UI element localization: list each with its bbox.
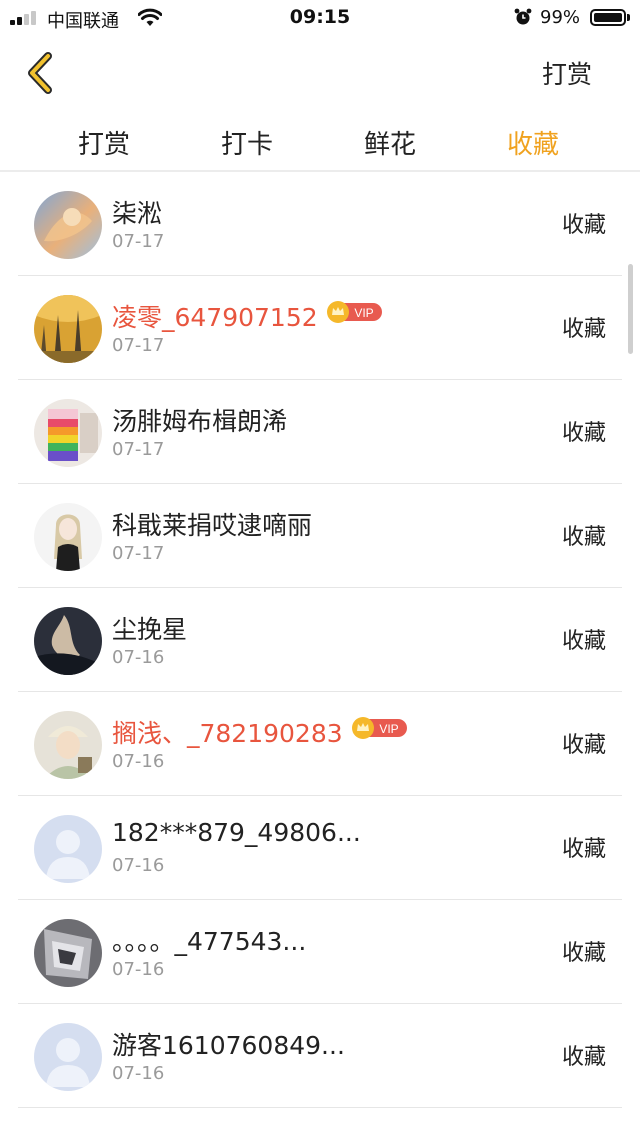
tab-reward[interactable]: 打赏: [49, 124, 159, 161]
list-scrollbar[interactable]: [628, 264, 633, 354]
user-name: 凌零_647907152 VIP: [112, 298, 382, 334]
avatar: [34, 607, 102, 675]
item-action-label: 收藏: [561, 421, 606, 446]
list-item[interactable]: 凌零_647907152 VIP 07-17 收藏: [18, 276, 622, 380]
item-action-label: 收藏: [561, 629, 606, 654]
user-name: 搁浅、_782190283 VIP: [112, 714, 407, 750]
back-button[interactable]: [20, 48, 64, 96]
default-avatar-icon: [34, 1023, 102, 1091]
item-action-label: 收藏: [561, 525, 606, 550]
avatar: [34, 711, 102, 779]
favorites-list[interactable]: 柒淞 07-17 收藏 凌零_647907152 VIP 07-17 收藏 汤腓…: [0, 172, 640, 1139]
item-date: 07-17: [112, 335, 165, 356]
battery-icon: [590, 9, 626, 26]
vip-badge: VIP: [326, 301, 382, 323]
vip-badge-label: VIP: [354, 306, 373, 320]
chevron-left-icon: [28, 52, 52, 94]
default-avatar-icon: [34, 815, 102, 883]
list-item[interactable]: 尘挽星 07-16 收藏: [18, 588, 622, 692]
list-item[interactable]: 。。。。_477543... 07-16 收藏: [18, 900, 622, 1004]
battery-percentage: 99%: [540, 7, 581, 28]
avatar: [34, 919, 102, 987]
item-action-label: 收藏: [561, 733, 606, 758]
tab-flowers[interactable]: 鲜花: [335, 124, 445, 161]
item-date: 07-16: [112, 647, 165, 668]
user-name: 182***879_49806...: [112, 818, 361, 847]
item-date: 07-16: [112, 1063, 165, 1084]
alarm-icon: [514, 8, 532, 25]
header-reward-button[interactable]: 打赏: [542, 55, 592, 91]
item-action-label: 收藏: [561, 213, 606, 238]
tab-bar: 打赏 打卡 鲜花 收藏: [0, 112, 640, 170]
list-item[interactable]: 游客1610760849... 07-16 收藏: [18, 1004, 622, 1108]
vip-badge-label: VIP: [379, 722, 398, 736]
user-name: 游客1610760849...: [112, 1031, 345, 1060]
list-item[interactable]: 汤腓姆布楫朗浠 07-17 收藏: [18, 380, 622, 484]
item-date: 07-17: [112, 439, 165, 460]
user-name: 汤腓姆布楫朗浠: [112, 407, 288, 436]
item-action-label: 收藏: [561, 1045, 606, 1070]
user-name: 科戢莱捐哎逮嘀丽: [112, 511, 313, 540]
tab-favorites[interactable]: 收藏: [478, 124, 588, 161]
item-date: 07-16: [112, 855, 165, 876]
status-bar: 中国联通 09:15 99%: [0, 0, 640, 36]
user-name: 。。。。_477543...: [112, 927, 307, 956]
battery-level-fill: [594, 13, 622, 22]
user-name: 尘挽星: [112, 615, 188, 644]
battery-cap: [627, 14, 630, 21]
list-item[interactable]: 182***879_49806... 07-16 收藏: [18, 796, 622, 900]
item-date: 07-16: [112, 959, 165, 980]
list-item[interactable]: 柒淞 07-17 收藏: [18, 172, 622, 276]
item-action-label: 收藏: [561, 837, 606, 862]
tab-checkin[interactable]: 打卡: [192, 124, 302, 161]
item-date: 07-16: [112, 751, 165, 772]
avatar: [34, 191, 102, 259]
vip-badge: VIP: [351, 717, 407, 739]
avatar: [34, 503, 102, 571]
list-item[interactable]: 搁浅、_782190283 VIP 07-16 收藏: [18, 692, 622, 796]
user-name: 柒淞: [112, 199, 163, 228]
avatar: [34, 295, 102, 363]
list-item[interactable]: 科戢莱捐哎逮嘀丽 07-17 收藏: [18, 484, 622, 588]
item-action-label: 收藏: [561, 941, 606, 966]
item-action-label: 收藏: [561, 317, 606, 342]
item-date: 07-17: [112, 543, 165, 564]
avatar: [34, 399, 102, 467]
item-date: 07-17: [112, 231, 165, 252]
